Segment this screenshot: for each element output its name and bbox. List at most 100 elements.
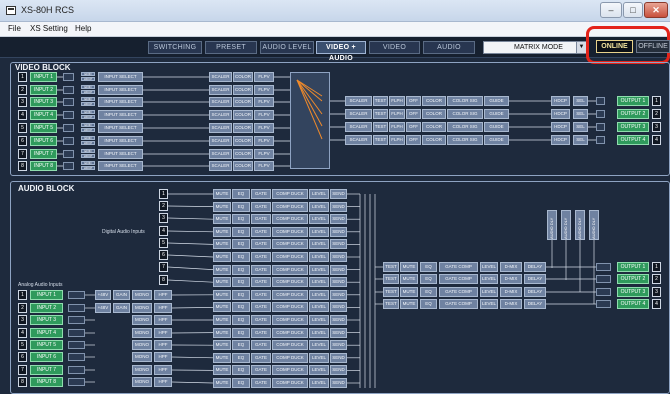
audio-out-eq[interactable]: EQ bbox=[420, 299, 437, 309]
audio-out-test[interactable]: TEST bbox=[383, 287, 399, 297]
audio-out-level[interactable]: LEVEL bbox=[480, 287, 498, 297]
audio-out-delay[interactable]: DELAY bbox=[524, 262, 546, 272]
audio-ch-mute[interactable]: MUTE bbox=[213, 264, 231, 275]
analog-input-button[interactable]: INPUT 4 bbox=[30, 328, 63, 338]
audio-out-mute[interactable]: MUTE bbox=[400, 262, 418, 272]
audio-out-level[interactable]: LEVEL bbox=[480, 274, 498, 284]
hpf-button[interactable]: HPF bbox=[154, 365, 172, 375]
audio-ch-comp-duck[interactable]: COMP DUCK bbox=[272, 378, 308, 388]
audio-ch-level[interactable]: LEVEL bbox=[309, 214, 329, 225]
audio-out-gate-comp[interactable]: GATE COMP bbox=[439, 274, 478, 284]
audio-ch-mute[interactable]: MUTE bbox=[213, 378, 231, 388]
audio-out-level[interactable]: LEVEL bbox=[480, 262, 498, 272]
audio-out-delay[interactable]: DELAY bbox=[524, 299, 546, 309]
audio-ch-eq[interactable]: EQ bbox=[232, 277, 250, 288]
audio-ch-gate[interactable]: GATE bbox=[251, 226, 271, 237]
audio-ch-eq[interactable]: EQ bbox=[232, 252, 250, 262]
audio-out-gate-comp[interactable]: GATE COMP bbox=[439, 299, 478, 309]
audio-ch-comp-duck[interactable]: COMP DUCK bbox=[272, 327, 308, 338]
mono-button[interactable]: MONO bbox=[132, 328, 152, 338]
audio-ch-mute[interactable]: MUTE bbox=[213, 239, 231, 250]
audio-ch-eq[interactable]: EQ bbox=[232, 327, 250, 338]
audio-ch-gate[interactable]: GATE bbox=[251, 378, 271, 388]
mono-button[interactable]: MONO bbox=[132, 290, 152, 300]
audio-ch-eq[interactable]: EQ bbox=[232, 378, 250, 388]
audio-output-button[interactable]: OUTPUT 3 bbox=[617, 287, 649, 297]
audio-out-d-mix[interactable]: D-MIX bbox=[500, 299, 522, 309]
mono-button[interactable]: MONO bbox=[132, 352, 152, 362]
audio-ch-mute[interactable]: MUTE bbox=[213, 189, 231, 199]
audio-ch-comp-duck[interactable]: COMP DUCK bbox=[272, 340, 308, 351]
audio-out-test[interactable]: TEST bbox=[383, 274, 399, 284]
audio-out-gate-comp[interactable]: GATE COMP bbox=[439, 262, 478, 272]
audio-ch-eq[interactable]: EQ bbox=[232, 302, 250, 313]
audio-ch-send[interactable]: SEND bbox=[330, 352, 347, 363]
audio-ch-send[interactable]: SEND bbox=[330, 239, 347, 250]
audio-ch-send[interactable]: SEND bbox=[330, 378, 347, 388]
mono-button[interactable]: MONO bbox=[132, 315, 152, 325]
audio-out-d-mix[interactable]: D-MIX bbox=[500, 262, 522, 272]
audio-out-gate-comp[interactable]: GATE COMP bbox=[439, 287, 478, 297]
audio-ch-eq[interactable]: EQ bbox=[232, 264, 250, 275]
audio-out-mute[interactable]: MUTE bbox=[400, 287, 418, 297]
audio-ch-send[interactable]: SEND bbox=[330, 264, 347, 275]
audio-out-test[interactable]: TEST bbox=[383, 299, 399, 309]
audio-ch-comp-duck[interactable]: COMP DUCK bbox=[272, 214, 308, 225]
audio-ch-comp-duck[interactable]: COMP DUCK bbox=[272, 226, 308, 237]
audio-output-button[interactable]: OUTPUT 4 bbox=[617, 299, 649, 309]
audio-out-test[interactable]: TEST bbox=[383, 262, 399, 272]
audio-ch-level[interactable]: LEVEL bbox=[309, 277, 329, 288]
audio-ch-send[interactable]: SEND bbox=[330, 189, 347, 199]
audio-output-button[interactable]: OUTPUT 1 bbox=[617, 262, 649, 272]
mono-button[interactable]: MONO bbox=[132, 340, 152, 350]
audio-ch-comp-duck[interactable]: COMP DUCK bbox=[272, 315, 308, 325]
audio-ch-level[interactable]: LEVEL bbox=[309, 289, 329, 300]
hpf-button[interactable]: HPF bbox=[154, 377, 172, 387]
audio-dly-mixer[interactable]: AUDIO DLY bbox=[589, 210, 599, 240]
audio-ch-level[interactable]: LEVEL bbox=[309, 189, 329, 199]
audio-ch-eq[interactable]: EQ bbox=[232, 226, 250, 237]
audio-ch-gate[interactable]: GATE bbox=[251, 365, 271, 376]
gain-button[interactable]: GAIN bbox=[113, 290, 130, 300]
audio-ch-mute[interactable]: MUTE bbox=[213, 201, 231, 212]
gain-button[interactable]: GAIN bbox=[113, 303, 130, 313]
analog-input-button[interactable]: INPUT 8 bbox=[30, 377, 63, 387]
audio-ch-gate[interactable]: GATE bbox=[251, 277, 271, 288]
audio-ch-eq[interactable]: EQ bbox=[232, 352, 250, 363]
mono-button[interactable]: MONO bbox=[132, 303, 152, 313]
audio-ch-gate[interactable]: GATE bbox=[251, 214, 271, 225]
hpf-button[interactable]: HPF bbox=[154, 315, 172, 325]
audio-ch-eq[interactable]: EQ bbox=[232, 214, 250, 225]
audio-ch-eq[interactable]: EQ bbox=[232, 239, 250, 250]
audio-out-eq[interactable]: EQ bbox=[420, 287, 437, 297]
audio-ch-comp-duck[interactable]: COMP DUCK bbox=[272, 365, 308, 376]
analog-input-button[interactable]: INPUT 1 bbox=[30, 290, 63, 300]
audio-ch-mute[interactable]: MUTE bbox=[213, 214, 231, 225]
audio-out-d-mix[interactable]: D-MIX bbox=[500, 287, 522, 297]
audio-ch-level[interactable]: LEVEL bbox=[309, 264, 329, 275]
audio-ch-level[interactable]: LEVEL bbox=[309, 365, 329, 376]
audio-ch-comp-duck[interactable]: COMP DUCK bbox=[272, 201, 308, 212]
audio-ch-gate[interactable]: GATE bbox=[251, 302, 271, 313]
audio-ch-comp-duck[interactable]: COMP DUCK bbox=[272, 264, 308, 275]
audio-ch-send[interactable]: SEND bbox=[330, 302, 347, 313]
audio-ch-send[interactable]: SEND bbox=[330, 340, 347, 351]
audio-dly-mixer[interactable]: AUDIO DLY bbox=[547, 210, 557, 240]
audio-ch-comp-duck[interactable]: COMP DUCK bbox=[272, 289, 308, 300]
audio-ch-mute[interactable]: MUTE bbox=[213, 252, 231, 262]
hpf-button[interactable]: HPF bbox=[154, 328, 172, 338]
audio-ch-gate[interactable]: GATE bbox=[251, 352, 271, 363]
audio-ch-gate[interactable]: GATE bbox=[251, 189, 271, 199]
hpf-button[interactable]: HPF bbox=[154, 340, 172, 350]
audio-ch-mute[interactable]: MUTE bbox=[213, 289, 231, 300]
audio-ch-gate[interactable]: GATE bbox=[251, 252, 271, 262]
audio-ch-level[interactable]: LEVEL bbox=[309, 315, 329, 325]
audio-ch-send[interactable]: SEND bbox=[330, 277, 347, 288]
audio-ch-comp-duck[interactable]: COMP DUCK bbox=[272, 302, 308, 313]
audio-ch-gate[interactable]: GATE bbox=[251, 327, 271, 338]
audio-ch-mute[interactable]: MUTE bbox=[213, 340, 231, 351]
mono-button[interactable]: MONO bbox=[132, 377, 152, 387]
audio-ch-mute[interactable]: MUTE bbox=[213, 352, 231, 363]
audio-output-button[interactable]: OUTPUT 2 bbox=[617, 274, 649, 284]
audio-ch-gate[interactable]: GATE bbox=[251, 315, 271, 325]
